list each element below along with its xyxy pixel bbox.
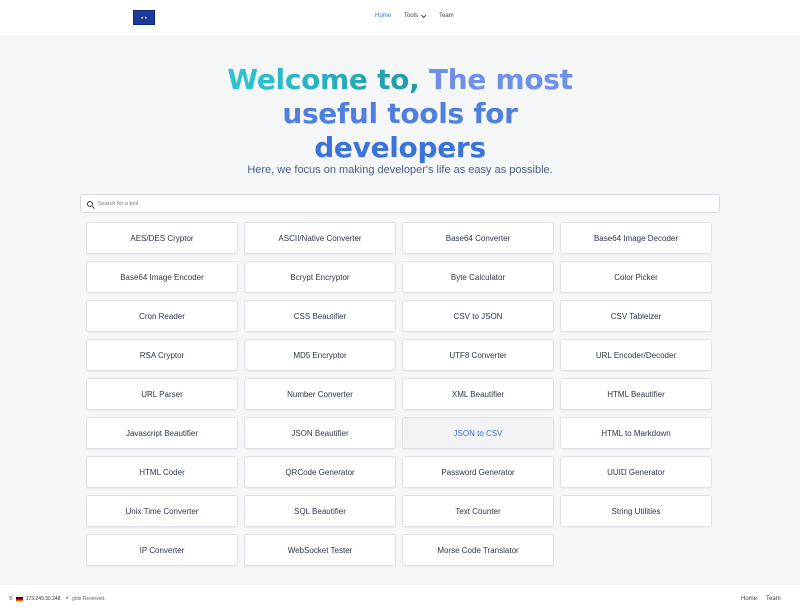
tool-card[interactable]: Number Converter <box>244 378 396 410</box>
hero-title: Welcome to, The most useful tools for de… <box>0 63 800 165</box>
top-navbar: ★★ Home Tools Team <box>0 0 800 35</box>
tool-card[interactable]: QRCode Generator <box>244 456 396 488</box>
nav-tools-label: Tools <box>404 13 419 19</box>
tool-card[interactable]: Byte Calculator <box>402 261 554 293</box>
hero-title-welcome: Welcome to, <box>227 63 420 96</box>
tool-card[interactable]: Base64 Image Encoder <box>86 261 238 293</box>
footer-info: © 173.249.30.248 × ghts Reserved. <box>9 596 106 602</box>
tool-card[interactable]: UTF8 Converter <box>402 339 554 371</box>
tool-card[interactable]: HTML Beautifier <box>560 378 712 410</box>
footer-home-link[interactable]: Home <box>741 596 757 602</box>
tool-card[interactable]: XML Beautifier <box>402 378 554 410</box>
search-icon <box>87 200 93 207</box>
tool-card[interactable]: URL Encoder/Decoder <box>560 339 712 371</box>
hero-title-developers: developers <box>314 131 486 164</box>
tool-card[interactable]: HTML to Markdown <box>560 417 712 449</box>
tool-card[interactable]: ASCII/Native Converter <box>244 222 396 254</box>
tool-card[interactable]: Base64 Converter <box>402 222 554 254</box>
tool-card[interactable]: Color Picker <box>560 261 712 293</box>
tool-card[interactable]: Morse Code Translator <box>402 534 554 566</box>
tool-card[interactable]: CSV to JSON <box>402 300 554 332</box>
tool-card[interactable]: Cron Reader <box>86 300 238 332</box>
footer-team-link[interactable]: Team <box>766 596 781 602</box>
close-icon[interactable]: × <box>65 596 69 602</box>
tool-card[interactable]: HTML Coder <box>86 456 238 488</box>
nav-tools-dropdown[interactable]: Tools <box>404 12 427 19</box>
tool-card[interactable]: AES/DES Cryptor <box>86 222 238 254</box>
hero-subtitle: Here, we focus on making developer's lif… <box>247 164 553 176</box>
hero-title-most: The most <box>428 63 573 96</box>
tool-card[interactable]: JSON to CSV <box>402 417 554 449</box>
tool-card[interactable]: Javascript Beautifier <box>86 417 238 449</box>
germany-flag-icon <box>15 596 23 602</box>
search-bar[interactable] <box>80 194 720 213</box>
tools-grid: AES/DES Cryptor ASCII/Native Converter Bas… <box>86 222 714 566</box>
tool-card[interactable]: Text Counter <box>402 495 554 527</box>
nav-team-link[interactable]: Team <box>439 13 454 19</box>
copyright-text: ghts Reserved. <box>71 596 106 602</box>
copyright-symbol: © <box>9 596 13 602</box>
tool-card[interactable]: WebSocket Tester <box>244 534 396 566</box>
tool-card[interactable]: Password Generator <box>402 456 554 488</box>
nav-home-link[interactable]: Home <box>375 13 391 19</box>
search-input[interactable] <box>98 200 698 207</box>
tool-card[interactable]: UUID Generator <box>560 456 712 488</box>
hero-title-useful: useful tools for <box>282 97 518 130</box>
tool-card[interactable]: CSV Tableizer <box>560 300 712 332</box>
chevron-down-icon <box>420 12 427 19</box>
tool-card[interactable]: MD5 Encryptor <box>244 339 396 371</box>
tool-card[interactable]: IP Converter <box>86 534 238 566</box>
ip-address: 173.249.30.248 <box>25 596 61 602</box>
tool-card[interactable]: SQL Beautifier <box>244 495 396 527</box>
footer: © 173.249.30.248 × ghts Reserved. Home T… <box>0 585 800 613</box>
tool-card[interactable]: String Utilities <box>560 495 712 527</box>
tool-card[interactable]: Unix Time Converter <box>86 495 238 527</box>
tool-card[interactable]: RSA Cryptor <box>86 339 238 371</box>
tool-card[interactable]: Bcrypt Encryptor <box>244 261 396 293</box>
tool-card[interactable]: URL Parser <box>86 378 238 410</box>
eu-flag-logo[interactable]: ★★ <box>133 10 155 25</box>
tool-card[interactable]: Base64 Image Decoder <box>560 222 712 254</box>
tool-card[interactable]: CSS Beautifier <box>244 300 396 332</box>
logo-stars: ★★ <box>140 15 148 20</box>
tool-card[interactable]: JSON Beautifier <box>244 417 396 449</box>
